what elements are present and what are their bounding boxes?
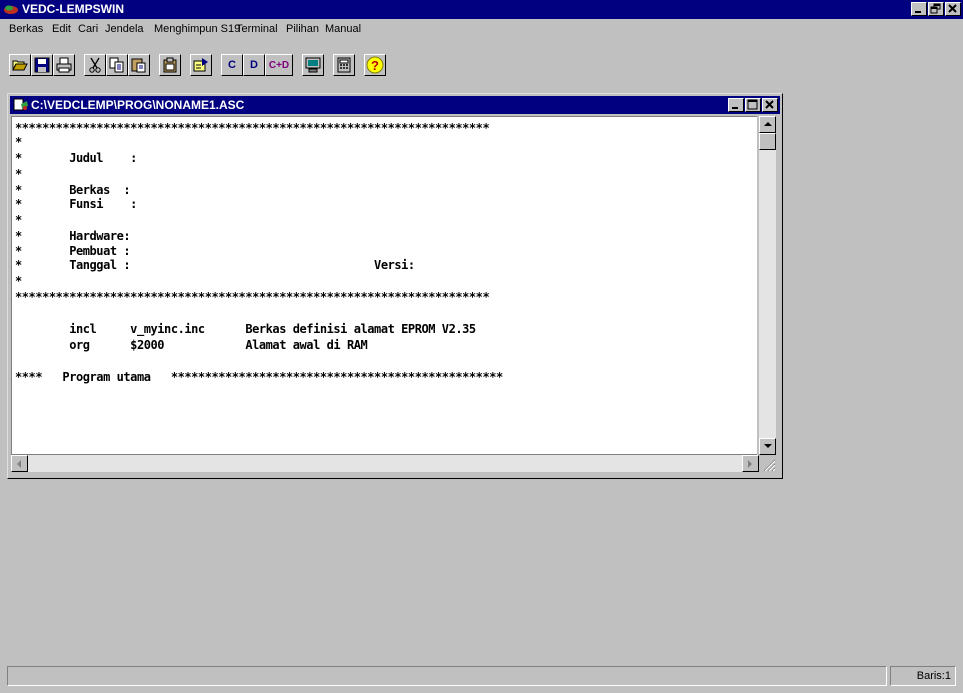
code-line: ****************************************…: [15, 121, 490, 135]
code-line: org $2000 Alamat awal di RAM: [15, 338, 368, 352]
code-line: *: [15, 167, 22, 181]
status-message: [7, 666, 887, 686]
clipboard-icon: [163, 57, 177, 73]
code-line: *: [15, 274, 22, 288]
copy-icon: [109, 57, 124, 73]
arrow-right-icon: [748, 459, 752, 468]
save-icon: [34, 57, 50, 73]
document-maximize-button[interactable]: [745, 98, 761, 112]
code-line: * Tanggal : Versi:: [15, 258, 415, 272]
code-line: * Pembuat :: [15, 244, 131, 258]
close-icon: [948, 4, 957, 13]
maximize-icon: [747, 99, 758, 110]
resize-grip-icon[interactable]: [760, 456, 776, 472]
document-title: C:\VEDCLEMP\PROG\NONAME1.ASC: [31, 98, 245, 112]
menu-pilihan[interactable]: Pilihan: [286, 23, 319, 35]
menu-bar: Berkas Edit Cari Jendela Menghimpun S19 …: [0, 19, 963, 39]
help-label: ?: [371, 58, 379, 73]
app-title-bar[interactable]: VEDC-LEMPSWIN: [0, 0, 963, 19]
menu-jendela[interactable]: Jendela: [105, 23, 144, 35]
toolbar: C D C+D ?: [0, 40, 963, 90]
code-line: ****************************************…: [15, 290, 490, 304]
arrow-left-icon: [17, 459, 21, 468]
minimize-button[interactable]: [911, 2, 927, 16]
calculator-icon: [337, 57, 351, 73]
compile-c-button[interactable]: C: [221, 54, 243, 76]
code-line: * Hardware:: [15, 229, 131, 243]
help-icon: ?: [366, 56, 384, 74]
document-icon[interactable]: [13, 98, 29, 112]
help-button[interactable]: ?: [364, 54, 386, 76]
paste-icon: [131, 58, 146, 73]
open-icon: [12, 60, 28, 71]
calculator-button[interactable]: [333, 54, 355, 76]
document-close-button[interactable]: [762, 98, 778, 112]
app-title: VEDC-LEMPSWIN: [22, 2, 124, 16]
monitor-icon: [305, 57, 321, 73]
code-line: * Berkas :: [15, 183, 131, 197]
run-icon: [193, 58, 208, 72]
code-line: **** Program utama *********************…: [15, 370, 503, 384]
document-window[interactable]: C:\VEDCLEMP\PROG\NONAME1.ASC ***********…: [7, 93, 783, 479]
menu-cari[interactable]: Cari: [78, 23, 98, 35]
compile-download-cd-button[interactable]: C+D: [265, 54, 293, 76]
clipboard-button[interactable]: [159, 54, 181, 76]
minimize-icon: [732, 107, 738, 109]
status-bar: Baris:1: [0, 664, 963, 693]
horizontal-scrollbar[interactable]: [11, 455, 759, 472]
menu-manual[interactable]: Manual: [325, 23, 361, 35]
arrow-up-icon: [763, 122, 772, 126]
close-button[interactable]: [945, 2, 961, 16]
download-d-button[interactable]: D: [243, 54, 265, 76]
status-line-number: Baris:1: [890, 666, 956, 686]
copy-button[interactable]: [106, 54, 128, 76]
print-button[interactable]: [53, 54, 75, 76]
close-icon: [765, 100, 774, 109]
code-line: * Judul :: [15, 151, 137, 165]
menu-menghimpun-s19[interactable]: Menghimpun S19: [154, 23, 240, 35]
menu-berkas[interactable]: Berkas: [9, 23, 43, 35]
code-line: *: [15, 213, 22, 227]
restore-icon: [930, 3, 941, 14]
document-title-bar[interactable]: C:\VEDCLEMP\PROG\NONAME1.ASC: [10, 96, 780, 114]
print-icon: [56, 57, 72, 73]
code-line: *: [15, 135, 22, 149]
run-button[interactable]: [190, 54, 212, 76]
document-minimize-button[interactable]: [728, 98, 744, 112]
vertical-scroll-thumb[interactable]: [759, 133, 776, 150]
menu-terminal[interactable]: Terminal: [236, 23, 278, 35]
arrow-down-icon: [763, 444, 772, 448]
app-icon[interactable]: [3, 3, 19, 16]
scroll-up-button[interactable]: [759, 116, 776, 133]
scroll-down-button[interactable]: [759, 438, 776, 455]
code-line: incl v_myinc.inc Berkas definisi alamat …: [15, 322, 476, 336]
scroll-left-button[interactable]: [11, 455, 28, 472]
document-window-buttons: [727, 98, 778, 112]
scroll-right-button[interactable]: [742, 455, 759, 472]
restore-button[interactable]: [928, 2, 944, 16]
vertical-scrollbar[interactable]: [759, 116, 776, 455]
paste-button[interactable]: [128, 54, 150, 76]
cut-button[interactable]: [84, 54, 106, 76]
app-window-buttons: [910, 2, 961, 16]
cut-icon: [89, 57, 101, 73]
minimize-icon: [915, 11, 921, 13]
save-button[interactable]: [31, 54, 53, 76]
monitor-button[interactable]: [302, 54, 324, 76]
code-line: * Funsi :: [15, 197, 137, 211]
open-button[interactable]: [9, 54, 31, 76]
menu-edit[interactable]: Edit: [52, 23, 71, 35]
code-editor[interactable]: ****************************************…: [11, 116, 757, 455]
